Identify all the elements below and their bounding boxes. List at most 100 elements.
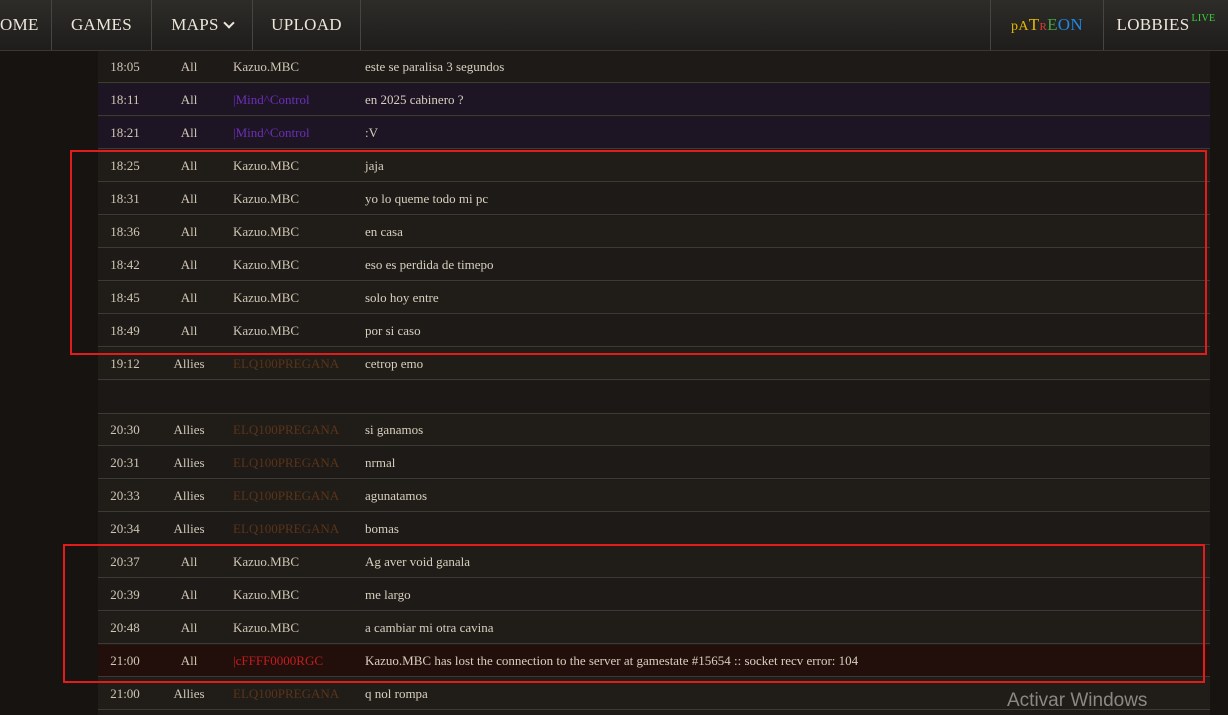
chat-message: yo lo queme todo mi pc [365, 191, 489, 206]
chat-time: 20:33 [110, 488, 140, 503]
nav-lobbies[interactable]: LOBBIES LIVE [1104, 0, 1228, 50]
patreon-letter: N [1070, 15, 1083, 34]
patreon-letter: O [1057, 15, 1071, 34]
chat-row: 20:33 Allies ELQ100PREGANA agunatamos [98, 480, 1210, 512]
chat-message: bomas [365, 521, 399, 536]
chat-message: eso es perdida de timepo [365, 257, 494, 272]
chat-message: agunatamos [365, 488, 428, 503]
patreon-letter: p [1011, 19, 1019, 34]
nav-upload[interactable]: UPLOAD [253, 0, 361, 50]
patreon-letter: R [1039, 21, 1048, 33]
chat-player-name: Kazuo.MBC [233, 59, 300, 74]
chat-team: All [180, 92, 198, 107]
nav-maps-label: MAPS [171, 15, 219, 34]
chat-time: 18:31 [110, 191, 140, 206]
chat-message: cetrop emo [365, 356, 424, 371]
patreon-letter: T [1028, 15, 1040, 34]
chat-team: All [180, 290, 198, 305]
patreon-logo: pATREON [1011, 0, 1083, 50]
nav-home[interactable]: OME [0, 0, 52, 50]
chat-row: 18:05 All Kazuo.MBC este se paralisa 3 segu… [98, 51, 1210, 83]
nav-upload-label: UPLOAD [271, 15, 342, 34]
chat-player-name: ELQ100PREGANA [233, 521, 340, 536]
chat-row: 18:21 All |Mind^Control:V [98, 117, 1210, 149]
chat-player-name: ELQ100PREGANA [233, 356, 340, 371]
chat-time: 18:21 [110, 125, 140, 140]
chat-team: Allies [173, 521, 205, 536]
chat-row: 18:45 All Kazuo.MBC solo hoy entre [98, 282, 1210, 314]
chat-team: All [180, 158, 198, 173]
chat-player-name: Kazuo.MBC [233, 191, 300, 206]
chat-time: 20:31 [110, 455, 140, 470]
chat-row: 20:48 All Kazuo.MBC a cambiar mi otra cavin… [98, 612, 1210, 644]
chat-team: All [180, 125, 198, 140]
chat-player-name: ELQ100PREGANA [233, 686, 340, 701]
chat-message: por si caso [365, 323, 421, 338]
chat-player-name: Kazuo.MBC [233, 257, 300, 272]
chat-player-name: ELQ100PREGANA [233, 488, 340, 503]
chat-team: Allies [173, 455, 205, 470]
top-navbar: OME GAMES MAPS UPLOAD pATREON LOBBIES LIV… [0, 0, 1228, 51]
chat-message: en 2025 cabinero ? [365, 92, 464, 107]
left-background [0, 51, 98, 715]
chat-row: 18:25 All Kazuo.MBC jaja [98, 150, 1210, 182]
chat-player-name: Kazuo.MBC [233, 620, 300, 635]
chat-row: 20:31 Allies ELQ100PREGANA nrmal [98, 447, 1210, 479]
chat-time: 21:00 [110, 653, 140, 668]
chat-message: q nol rompa [365, 686, 428, 701]
chat-player-name: Kazuo.MBC [233, 587, 300, 602]
chat-message: solo hoy entre [365, 290, 439, 305]
chat-player-name: |cFFFF0000RGC [233, 653, 324, 668]
chevron-down-icon [223, 17, 235, 29]
chat-row: 18:11 All |Mind^Control en 2025 cabinero ? [98, 84, 1210, 116]
chat-team: All [180, 620, 198, 635]
right-background [1210, 51, 1228, 715]
chat-team: All [180, 653, 198, 668]
chat-message: nrmal [365, 455, 396, 470]
chat-message: si ganamos [365, 422, 424, 437]
nav-games[interactable]: GAMES [52, 0, 152, 50]
chat-time: 20:34 [110, 521, 140, 536]
chat-row: 20:37 All Kazuo.MBC Ag aver void ganala [98, 546, 1210, 578]
chat-row: 18:36 All Kazuo.MBC en casa [98, 216, 1210, 248]
chat-row: 19:12 Allies ELQ100PREGANA cetrop emo [98, 348, 1210, 380]
chat-time: 18:42 [110, 257, 140, 272]
chat-message: Ag aver void ganala [365, 554, 471, 569]
chat-player-name: Kazuo.MBC [233, 554, 300, 569]
chat-row: 18:49 All Kazuo.MBC por si caso [98, 315, 1210, 347]
chat-player-name: Kazuo.MBC [233, 158, 300, 173]
chat-row: 18:31 All Kazuo.MBC yo lo queme todo mi pc [98, 183, 1210, 215]
chat-team: Allies [173, 356, 205, 371]
windows-activation-watermark: Activar Windows [1007, 690, 1148, 711]
chat-player-name: Kazuo.MBC [233, 290, 300, 305]
chat-time: 20:30 [110, 422, 140, 437]
chat-row: 20:30 Allies ELQ100PREGANA si ganamos [98, 414, 1210, 446]
chat-message: en casa [365, 224, 403, 239]
nav-games-label: GAMES [70, 15, 132, 34]
chat-team: Allies [173, 422, 205, 437]
chat-row: 20:39 All Kazuo.MBC me largo [98, 579, 1210, 611]
chat-row: 21:00 All |cFFFF0000RGC Kazuo.MBC has lost … [98, 645, 1210, 677]
live-badge: LIVE [1191, 13, 1216, 24]
nav-patreon[interactable]: pATREON [990, 0, 1104, 50]
chat-team: All [180, 587, 198, 602]
chat-player-name: |Mind^Control [233, 125, 310, 140]
chat-player-name: ELQ100PREGANA [233, 455, 340, 470]
chat-time: 18:45 [110, 290, 140, 305]
chat-team: All [180, 59, 198, 74]
chat-message: jaja [365, 158, 384, 173]
chat-team: All [180, 257, 198, 272]
chat-time: 18:11 [110, 92, 140, 107]
chat-time: 18:05 [110, 59, 140, 74]
chat-time: 20:37 [110, 554, 140, 569]
chat-message: este se paralisa 3 segundos [365, 59, 505, 74]
chat-time: 20:39 [110, 587, 140, 602]
chat-team: All [180, 224, 198, 239]
chat-row [98, 381, 1210, 414]
chat-player-name: Kazuo.MBC [233, 224, 300, 239]
chat-message: a cambiar mi otra cavina [365, 620, 494, 635]
nav-maps[interactable]: MAPS [152, 0, 253, 50]
patreon-letter: A [1018, 19, 1029, 34]
chat-team: All [180, 191, 198, 206]
chat-team: Allies [173, 686, 205, 701]
